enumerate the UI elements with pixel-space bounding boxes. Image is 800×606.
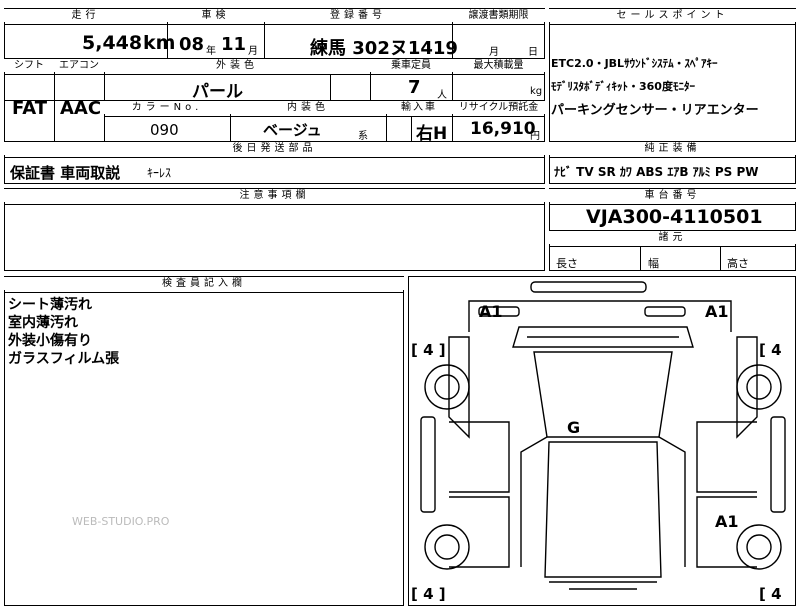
rule (4, 292, 404, 293)
shift-header: シフト (4, 59, 54, 72)
inspector-note-2: 室内薄汚れ (8, 315, 78, 331)
registration-value: 練馬 302ヌ1419 (310, 38, 458, 59)
sales-point-box (549, 8, 796, 142)
rule (411, 116, 412, 142)
shaken-month-unit: 月 (248, 46, 258, 57)
color-no-header: カラーNo. (104, 101, 230, 114)
shift-value: FAT (12, 98, 48, 119)
shaken-year: 08 (179, 34, 205, 55)
dimensions-width: 幅 (648, 257, 659, 270)
rule (549, 24, 796, 25)
later-parts-small: ｷｰﾚｽ (147, 166, 172, 180)
capacity-unit: 人 (437, 90, 447, 101)
genuine-value: ﾅﾋﾞ TV SR ｶﾜ ABS ｴｱB ｱﾙﾐ PS PW (554, 165, 759, 179)
interior-color-value: ベージュ (263, 121, 322, 139)
dimensions-header: 諸元 (549, 231, 796, 244)
genuine-header: 純正装備 (549, 142, 796, 155)
mark-tl: [ 4 ] (411, 341, 446, 359)
recycle-unit: 円 (530, 131, 540, 142)
transfer-day-unit: 日 (528, 47, 538, 58)
mark-g: G (567, 418, 580, 437)
mark-a1-right: A1 (705, 302, 729, 321)
rule (549, 157, 796, 158)
registration-header: 登録番号 (264, 9, 452, 22)
car-diagram: A1 A1 G A1 [ 4 ] [ 4 [ 4 ] [ 4 (411, 281, 786, 603)
color-no-value: 090 (150, 121, 179, 139)
inspector-note-3: 外装小傷有り (8, 333, 92, 349)
mileage-unit: km (143, 32, 176, 54)
aircon-value: AAC (60, 98, 102, 119)
rule (4, 74, 545, 75)
inspector-note-1: シート薄汚れ (8, 297, 92, 313)
rule (4, 157, 545, 158)
sales-point-header: セールスポイント (549, 9, 796, 22)
rule (640, 246, 641, 271)
inspector-note-4: ガラスフィルム張 (8, 351, 120, 367)
rule (330, 74, 331, 100)
dimensions-length: 長さ (556, 257, 578, 270)
aircon-header: エアコン (54, 59, 104, 72)
recycle-header: リサイクル預託金 (452, 101, 545, 114)
caution-header: 注意事項欄 (4, 189, 545, 202)
mileage-value: 5,448 (82, 32, 143, 54)
later-parts-value: 保証書 車両取説 (10, 164, 121, 182)
chassis-value: VJA300-4110501 (586, 206, 763, 228)
transfer-month-unit: 月 (489, 47, 499, 58)
watermark: WEB-STUDIO.PRO (72, 515, 170, 528)
sales-point-line-2: ﾓﾃﾞﾘｽﾀﾎﾞﾃﾞｨｷｯﾄ・360度ﾓﾆﾀｰ (551, 80, 695, 93)
rule (104, 116, 545, 117)
interior-color-suffix: 系 (358, 131, 368, 142)
dimensions-height: 高さ (727, 257, 749, 270)
mark-bl: [ 4 ] (411, 585, 446, 603)
mark-tr: [ 4 (759, 341, 782, 359)
mark-a1-left: A1 (479, 302, 503, 321)
chassis-header: 車台番号 (549, 189, 796, 202)
rule (720, 246, 721, 271)
max-load-unit: kg (530, 86, 543, 97)
import-header: 輸入車 (386, 101, 452, 114)
max-load-header: 最大積載量 (452, 59, 545, 72)
shaken-year-unit: 年 (206, 46, 216, 57)
later-parts-header: 後日発送部品 (4, 142, 545, 155)
sales-point-line-3: パーキングセンサー・リアエンター (551, 103, 759, 118)
mark-br: [ 4 (759, 585, 782, 603)
recycle-value: 16,910 (470, 119, 536, 139)
rule (549, 204, 796, 205)
shaken-month: 11 (221, 34, 247, 55)
capacity-value: 7 (408, 77, 421, 98)
inspector-header: 検査員記入欄 (4, 277, 404, 290)
exterior-color-value: パール (192, 82, 243, 102)
car-diagram-box: A1 A1 G A1 [ 4 ] [ 4 [ 4 ] [ 4 (408, 276, 796, 606)
shaken-header: 車検 (167, 9, 264, 22)
capacity-header: 乗車定員 (370, 59, 452, 72)
rule (4, 204, 545, 205)
rule (549, 246, 796, 247)
sales-point-line-1: ETC2.0・JBLｻｳﾝﾄﾞｼｽﾃﾑ・ｽﾍﾟｱｷｰ (551, 57, 718, 70)
mileage-header: 走行 (4, 9, 167, 22)
transfer-header: 譲渡書類期限 (452, 9, 545, 22)
rule (4, 24, 545, 25)
exterior-color-header: 外装色 (104, 59, 370, 72)
interior-color-header: 内装色 (230, 101, 386, 114)
mark-a1-rear: A1 (715, 512, 739, 531)
